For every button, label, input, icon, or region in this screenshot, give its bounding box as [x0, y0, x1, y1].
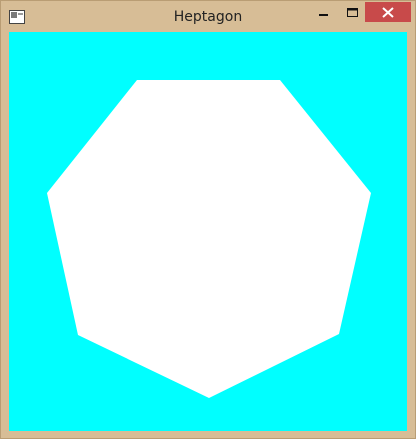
maximize-icon	[346, 3, 358, 22]
close-button[interactable]	[365, 2, 411, 22]
maximize-button[interactable]	[337, 2, 367, 22]
drawing-canvas[interactable]	[9, 32, 407, 431]
canvas-svg	[9, 32, 407, 431]
close-icon	[382, 3, 394, 22]
title-bar[interactable]: Heptagon	[1, 1, 415, 31]
minimize-button[interactable]	[309, 2, 339, 22]
app-window: Heptagon	[0, 0, 416, 439]
minimize-icon	[319, 3, 329, 22]
